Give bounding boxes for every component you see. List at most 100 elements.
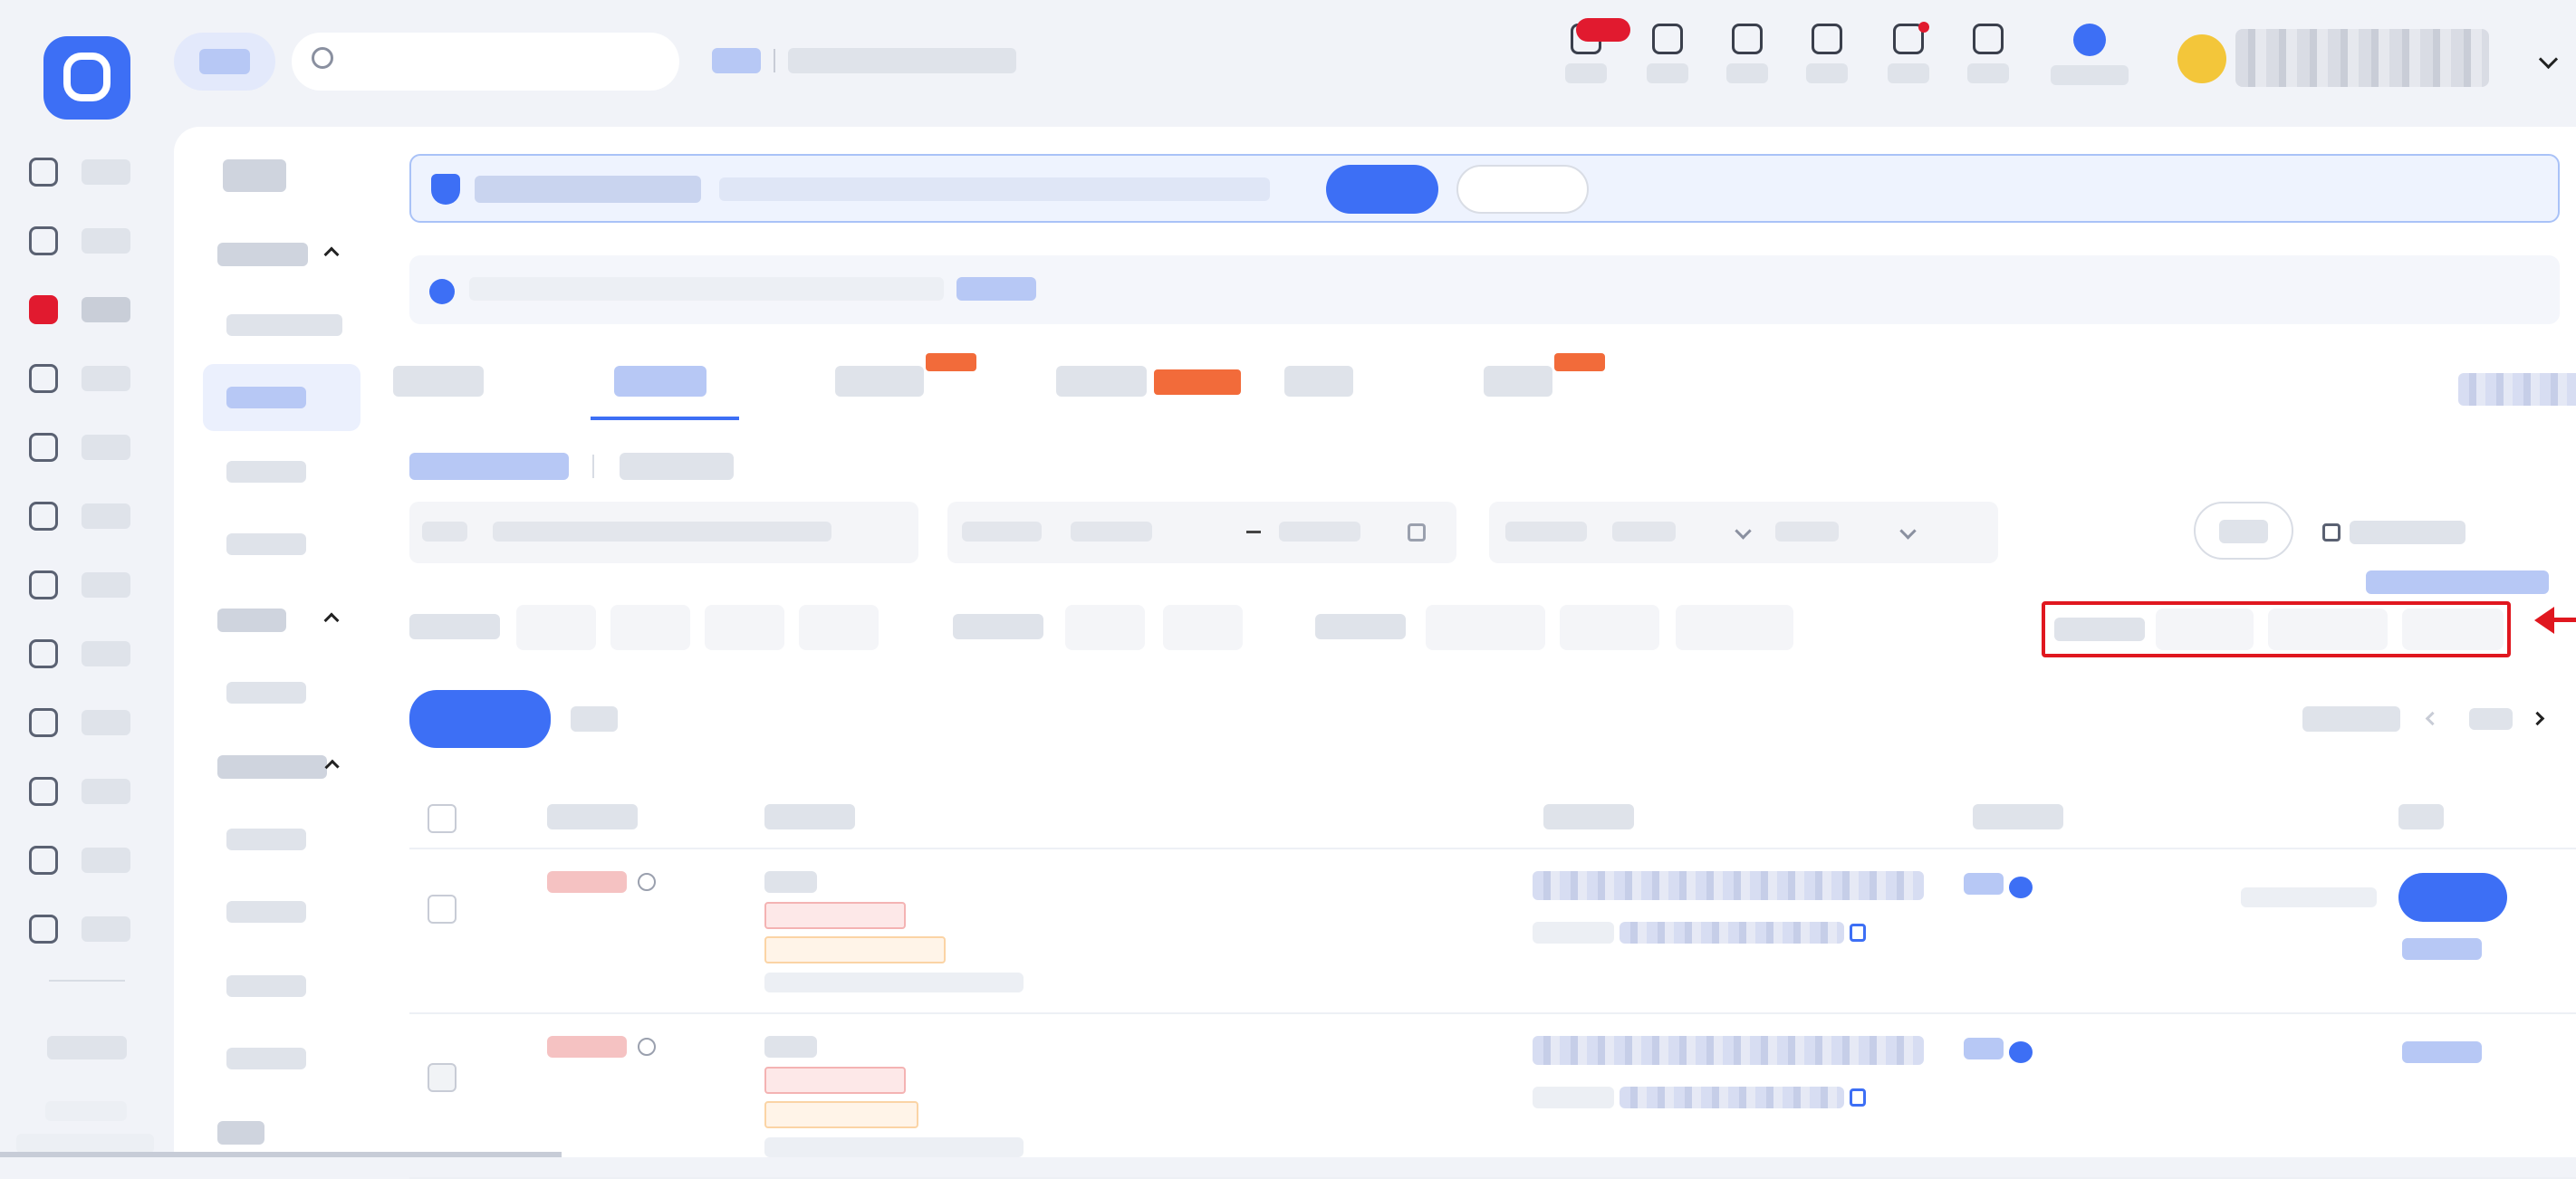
date-filter[interactable]: [947, 502, 1456, 563]
enable-button[interactable]: [1326, 165, 1438, 214]
abnormal-badge[interactable]: [764, 1101, 918, 1128]
info-banner-link[interactable]: [956, 277, 1036, 301]
tab[interactable]: [1484, 366, 1552, 397]
source-tab[interactable]: [620, 453, 734, 480]
app-logo[interactable]: [43, 36, 130, 120]
chip[interactable]: [1676, 605, 1793, 650]
sub-group-delivery[interactable]: [217, 607, 340, 634]
sub-item-active[interactable]: [203, 364, 360, 431]
keyword-filter[interactable]: [409, 502, 918, 563]
nav-learn[interactable]: [1795, 24, 1859, 100]
status-badge[interactable]: [764, 902, 906, 929]
complain-link[interactable]: [2402, 1041, 2482, 1063]
rail-item[interactable]: [29, 906, 165, 953]
avatar[interactable]: [2177, 34, 2226, 83]
rail-item[interactable]: [29, 493, 165, 540]
chip[interactable]: [799, 605, 879, 650]
sub-item[interactable]: [203, 806, 360, 873]
start-date[interactable]: [1071, 522, 1152, 542]
search-button[interactable]: [2194, 502, 2293, 560]
chip[interactable]: [1560, 605, 1659, 650]
rail-item[interactable]: [29, 149, 165, 196]
chip[interactable]: [2268, 609, 2388, 650]
hidden-reason-link[interactable]: [2366, 570, 2549, 594]
nav-rules[interactable]: [1716, 24, 1779, 100]
rail-item[interactable]: [29, 630, 165, 677]
chip[interactable]: [705, 605, 784, 650]
rail-item[interactable]: [29, 768, 165, 815]
common-pill[interactable]: [174, 33, 275, 91]
tab[interactable]: [393, 366, 484, 397]
chip[interactable]: [1163, 605, 1243, 650]
nav-download[interactable]: [1636, 24, 1699, 100]
tab[interactable]: [835, 366, 924, 397]
sub-item[interactable]: [203, 511, 360, 578]
chip[interactable]: [516, 605, 596, 650]
row-checkbox[interactable]: [428, 895, 457, 924]
chevron-right-icon[interactable]: [2530, 711, 2545, 726]
horizontal-scrollbar[interactable]: [0, 1152, 562, 1157]
search-input[interactable]: [292, 33, 679, 91]
calendar-icon[interactable]: [1408, 523, 1426, 542]
rail-item-label: [82, 572, 130, 598]
rail-item[interactable]: [29, 837, 165, 884]
copy-icon[interactable]: [1850, 1088, 1866, 1107]
buyer-name[interactable]: [1964, 1038, 2004, 1059]
sub-item[interactable]: [203, 292, 360, 359]
select-all-checkbox[interactable]: [428, 804, 457, 833]
help-icon[interactable]: [638, 1038, 656, 1056]
sub-item[interactable]: [203, 438, 360, 505]
tab[interactable]: [1284, 366, 1353, 397]
source-tab-active[interactable]: [409, 453, 569, 480]
chevron-down-icon[interactable]: [1899, 522, 1917, 540]
status-badge[interactable]: [764, 1067, 906, 1094]
rail-item[interactable]: [29, 355, 165, 402]
sentiment-select-2[interactable]: [1775, 522, 1839, 542]
complain-link[interactable]: [2402, 938, 2482, 960]
sentiment-filter[interactable]: [1489, 502, 1998, 563]
chip[interactable]: [1065, 605, 1145, 650]
sub-group-label: [217, 755, 327, 779]
rail-item[interactable]: [29, 424, 165, 471]
tab[interactable]: [1056, 366, 1147, 397]
sub-item[interactable]: [203, 659, 360, 726]
sub-group-complaints[interactable]: [217, 753, 340, 781]
tab-active[interactable]: [614, 366, 706, 397]
rail-item[interactable]: [29, 561, 165, 609]
chevron-down-icon[interactable]: [1735, 522, 1752, 540]
chip[interactable]: [610, 605, 690, 650]
chip[interactable]: [2156, 609, 2254, 650]
order-number: [1620, 1087, 1844, 1108]
sentiment-select-1[interactable]: [1612, 522, 1676, 542]
announcement[interactable]: [712, 45, 1056, 76]
nav-customer-service[interactable]: [2049, 24, 2130, 100]
chevron-down-icon[interactable]: [2538, 49, 2559, 70]
rail-item[interactable]: [29, 217, 165, 264]
batch-reply-button[interactable]: [409, 690, 551, 748]
dismiss-button[interactable]: [1456, 165, 1589, 214]
content: [393, 127, 2576, 1179]
copy-icon[interactable]: [1850, 924, 1866, 942]
clear-filters[interactable]: [2322, 520, 2485, 545]
sub-item[interactable]: [203, 1025, 360, 1092]
end-date[interactable]: [1279, 522, 1360, 542]
rail-item-active[interactable]: [29, 286, 165, 333]
sub-item[interactable]: [203, 953, 360, 1020]
chevron-left-icon[interactable]: [2425, 711, 2440, 726]
nav-feedback[interactable]: [1956, 24, 2020, 100]
about-link[interactable]: [47, 1036, 127, 1059]
chip[interactable]: [2402, 609, 2504, 650]
keyword-label: [422, 522, 467, 542]
user-info[interactable]: [2235, 29, 2489, 87]
help-icon[interactable]: [638, 873, 656, 891]
nav-messages[interactable]: [1877, 24, 1940, 100]
chip[interactable]: [1426, 605, 1545, 650]
rail-item[interactable]: [29, 699, 165, 746]
sub-group-more[interactable]: [217, 1119, 337, 1146]
row-checkbox: [428, 1063, 457, 1092]
sub-group-orders[interactable]: [217, 241, 340, 268]
sub-item[interactable]: [203, 878, 360, 945]
reply-button[interactable]: [2398, 873, 2507, 922]
buyer-name[interactable]: [1964, 873, 2004, 895]
abnormal-badge[interactable]: [764, 936, 946, 963]
